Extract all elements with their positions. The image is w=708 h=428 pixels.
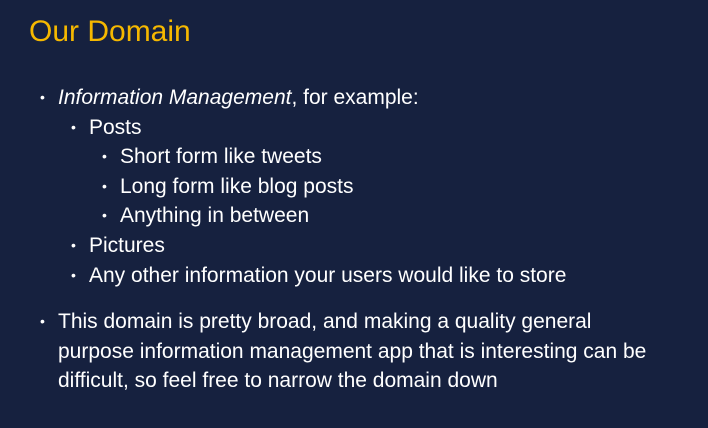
slide-title: Our Domain (29, 15, 191, 48)
bullet-dot-icon: • (102, 178, 107, 194)
bullet-emphasis-text: Information Management (58, 86, 292, 109)
bullet-dot-icon: • (102, 207, 107, 223)
bullet-information-management: • Information Management, for example: (40, 83, 419, 113)
bullet-text: , for example: (291, 86, 419, 109)
bullet-dot-icon: • (102, 148, 107, 164)
bullet-text: Short form like tweets (120, 145, 322, 168)
bullet-posts: • Posts (71, 113, 142, 143)
bullet-text: This domain is pretty broad, and making … (58, 310, 647, 392)
bullet-domain-broad: • This domain is pretty broad, and makin… (40, 307, 673, 396)
bullet-text: Any other information your users would l… (89, 264, 567, 287)
bullet-text: Pictures (89, 234, 165, 257)
bullet-dot-icon: • (71, 237, 76, 253)
bullet-text: Anything in between (120, 204, 310, 227)
bullet-text: Posts (89, 116, 142, 139)
bullet-pictures: • Pictures (71, 231, 165, 261)
bullet-dot-icon: • (40, 89, 45, 105)
bullet-text: Long form like blog posts (120, 175, 354, 198)
bullet-dot-icon: • (40, 313, 45, 329)
bullet-long-form: • Long form like blog posts (102, 172, 354, 202)
bullet-dot-icon: • (71, 119, 76, 135)
bullet-short-form: • Short form like tweets (102, 142, 322, 172)
bullet-anything-between: • Anything in between (102, 201, 310, 231)
bullet-other-information: • Any other information your users would… (71, 261, 567, 291)
bullet-dot-icon: • (71, 267, 76, 283)
